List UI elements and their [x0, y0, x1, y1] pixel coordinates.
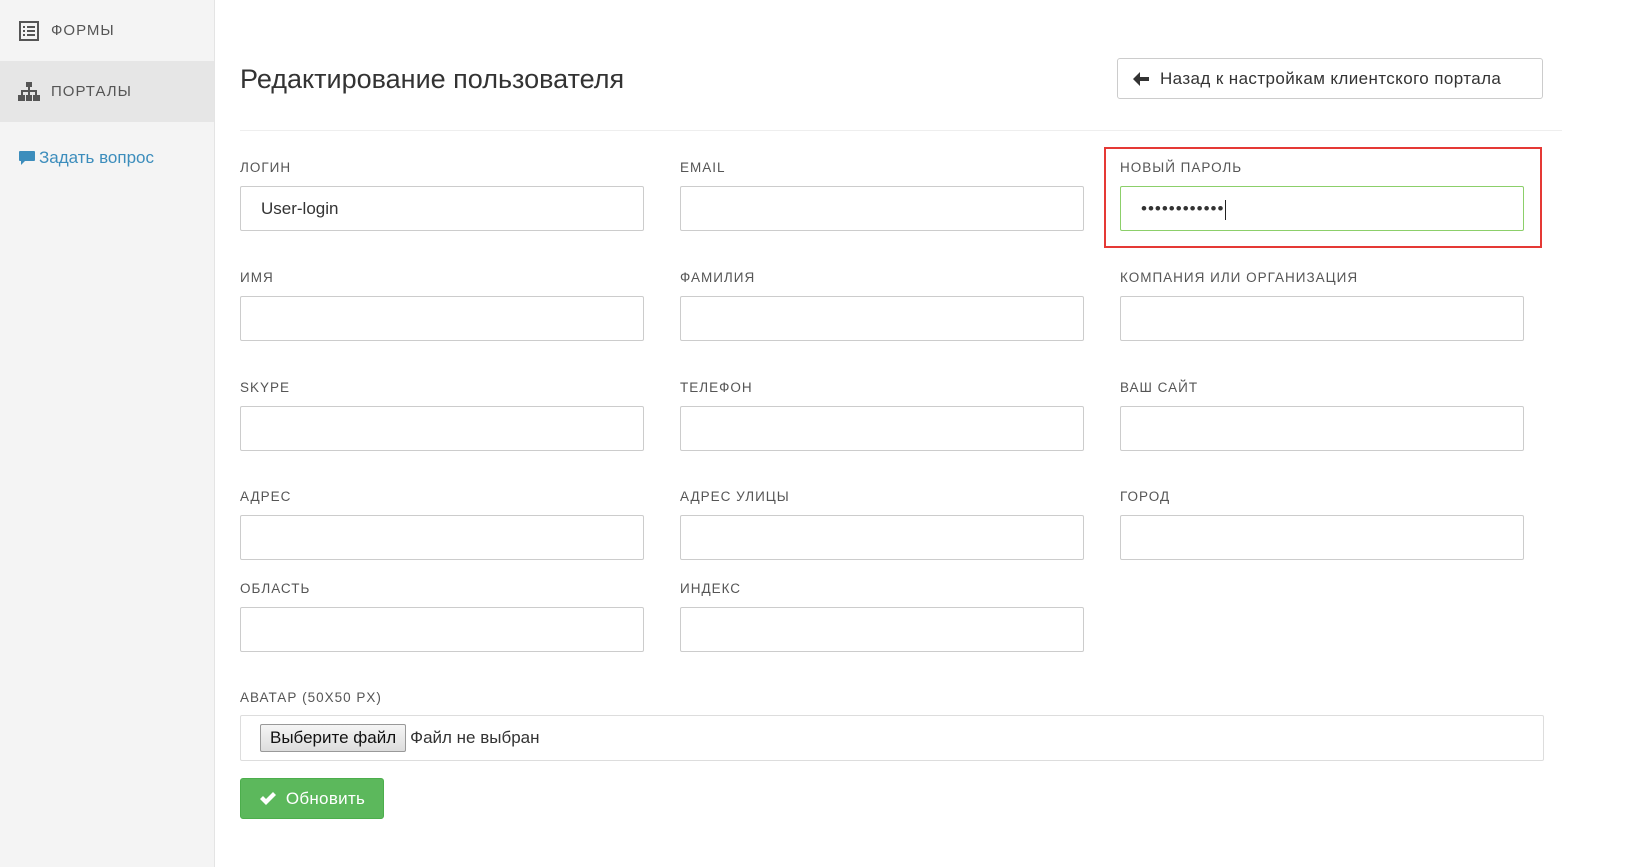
avatar-field: АВАТАР (50X50 PX) — [240, 690, 644, 707]
login-input[interactable]: User-login — [240, 186, 644, 231]
back-to-portal-settings-button[interactable]: Назад к настройкам клиентского портала — [1117, 58, 1543, 99]
first-name-input[interactable] — [240, 296, 644, 341]
login-field: ЛОГИН User-login — [240, 160, 644, 231]
login-label: ЛОГИН — [240, 160, 292, 175]
address-input[interactable] — [240, 515, 644, 560]
check-icon — [259, 791, 277, 807]
website-field: ВАШ САЙТ — [1120, 380, 1524, 451]
skype-field: SKYPE — [240, 380, 644, 451]
city-input[interactable] — [1120, 515, 1524, 560]
new-password-field: НОВЫЙ ПАРОЛЬ •••••••••••• — [1120, 160, 1524, 231]
update-button-label: Обновить — [285, 788, 366, 808]
new-password-input[interactable]: •••••••••••• — [1120, 186, 1524, 231]
zip-input[interactable] — [680, 607, 1084, 652]
last-name-field: ФАМИЛИЯ — [680, 270, 1084, 341]
main-content: Редактирование пользователя Назад к наст… — [240, 0, 1633, 867]
address-label: АДРЕС — [240, 489, 292, 504]
ask-question-label: Задать вопрос — [39, 148, 154, 167]
email-input[interactable] — [680, 186, 1084, 231]
file-status-text: Файл не выбран — [410, 728, 540, 747]
website-label: ВАШ САЙТ — [1120, 380, 1199, 395]
street-address-label: АДРЕС УЛИЦЫ — [680, 489, 790, 504]
city-label: ГОРОД — [1120, 489, 1171, 504]
zip-field: ИНДЕКС — [680, 581, 1084, 652]
skype-label: SKYPE — [240, 380, 291, 395]
phone-field: ТЕЛЕФОН — [680, 380, 1084, 451]
comment-icon — [18, 150, 36, 166]
zip-label: ИНДЕКС — [680, 581, 742, 596]
phone-label: ТЕЛЕФОН — [680, 380, 753, 395]
avatar-label: АВАТАР (50X50 PX) — [240, 690, 382, 705]
skype-input[interactable] — [240, 406, 644, 451]
address-field: АДРЕС — [240, 489, 644, 560]
sidebar: ФОРМЫ ПОРТАЛЫ Задать вопрос — [0, 0, 215, 867]
text-caret — [1225, 199, 1227, 220]
sidebar-item-portals[interactable]: ПОРТАЛЫ — [0, 61, 214, 122]
sidebar-item-label: ПОРТАЛЫ — [51, 83, 132, 100]
sidebar-item-label: ФОРМЫ — [51, 22, 115, 39]
sidebar-item-forms[interactable]: ФОРМЫ — [0, 0, 214, 61]
last-name-label: ФАМИЛИЯ — [680, 270, 756, 285]
first-name-field: ИМЯ — [240, 270, 644, 341]
first-name-label: ИМЯ — [240, 270, 274, 285]
page-title: Редактирование пользователя — [240, 64, 625, 94]
company-input[interactable] — [1120, 296, 1524, 341]
avatar-file-input: Выберите файл Файл не выбран — [240, 715, 1544, 761]
city-field: ГОРОД — [1120, 489, 1524, 560]
password-mask: •••••••••••• — [1141, 199, 1225, 218]
last-name-input[interactable] — [680, 296, 1084, 341]
region-field: ОБЛАСТЬ — [240, 581, 644, 652]
arrow-left-icon — [1132, 71, 1150, 87]
region-input[interactable] — [240, 607, 644, 652]
new-password-label: НОВЫЙ ПАРОЛЬ — [1120, 160, 1243, 175]
update-button[interactable]: Обновить — [240, 778, 384, 819]
choose-file-button[interactable]: Выберите файл — [260, 724, 407, 752]
email-label: EMAIL — [680, 160, 726, 175]
ask-question-link[interactable]: Задать вопрос — [0, 148, 214, 168]
website-input[interactable] — [1120, 406, 1524, 451]
divider — [240, 130, 1562, 131]
company-label: КОМПАНИЯ ИЛИ ОРГАНИЗАЦИЯ — [1120, 270, 1359, 285]
phone-input[interactable] — [680, 406, 1084, 451]
street-address-field: АДРЕС УЛИЦЫ — [680, 489, 1084, 560]
region-label: ОБЛАСТЬ — [240, 581, 311, 596]
back-button-label: Назад к настройкам клиентского портала — [1160, 68, 1502, 88]
company-field: КОМПАНИЯ ИЛИ ОРГАНИЗАЦИЯ — [1120, 270, 1524, 341]
sitemap-icon — [18, 81, 40, 103]
email-field: EMAIL — [680, 160, 1084, 231]
street-address-input[interactable] — [680, 515, 1084, 560]
list-icon — [18, 20, 40, 42]
